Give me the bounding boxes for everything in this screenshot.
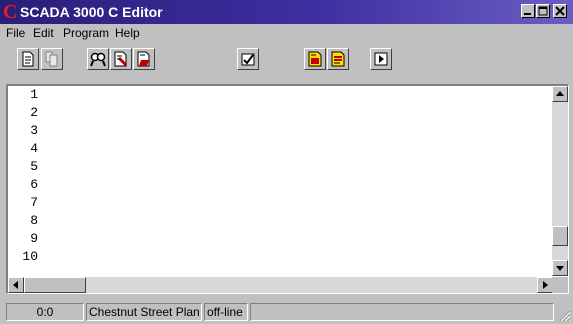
arrow-right-icon	[543, 281, 548, 289]
open-file-icon	[137, 51, 150, 67]
line-number: 8	[30, 213, 38, 228]
menu-help[interactable]: Help	[115, 26, 140, 40]
line-number: 6	[30, 177, 38, 192]
line-number: 2	[30, 105, 38, 120]
download-icon	[331, 51, 345, 67]
run-button[interactable]	[370, 48, 392, 70]
search-button[interactable]	[87, 48, 109, 70]
menu-file[interactable]: File	[6, 26, 25, 40]
horizontal-scrollbar[interactable]	[8, 277, 553, 293]
minimize-icon	[524, 13, 531, 15]
run-icon	[374, 52, 388, 66]
resize-grip-icon[interactable]	[559, 310, 571, 322]
check-button[interactable]	[237, 48, 259, 70]
download-button[interactable]	[327, 48, 349, 70]
title-bar[interactable]: C SCADA 3000 C Editor	[0, 0, 573, 24]
new-file-icon	[22, 51, 34, 67]
search-icon	[90, 52, 106, 67]
scroll-right-button[interactable]	[537, 277, 553, 293]
status-message	[250, 303, 554, 321]
menu-bar: File Edit Program Help	[0, 24, 573, 42]
close-icon	[555, 6, 565, 16]
vertical-scrollbar[interactable]	[552, 86, 568, 276]
line-number: 5	[30, 159, 38, 174]
scroll-corner	[552, 277, 568, 293]
open-file-button[interactable]	[133, 48, 155, 70]
window-title: SCADA 3000 C Editor	[20, 4, 163, 20]
menu-edit[interactable]: Edit	[33, 26, 54, 40]
vertical-scroll-thumb[interactable]	[552, 226, 568, 246]
line-number: 10	[22, 249, 38, 264]
line-number: 4	[30, 141, 38, 156]
maximize-button[interactable]	[536, 4, 550, 18]
edit-file-button[interactable]	[110, 48, 132, 70]
copy-file-button[interactable]	[41, 48, 63, 70]
app-logo: C	[3, 1, 18, 23]
line-number: 3	[30, 123, 38, 138]
line-number-gutter: 1 2 3 4 5 6 7 8 9 10	[8, 86, 46, 276]
toolbar	[0, 44, 573, 76]
scroll-left-button[interactable]	[8, 277, 24, 293]
cursor-position: 0:0	[6, 303, 84, 321]
line-number: 1	[30, 87, 38, 102]
code-editor: 1 2 3 4 5 6 7 8 9 10	[6, 84, 569, 294]
line-number: 7	[30, 195, 38, 210]
maximize-icon	[538, 6, 548, 16]
scroll-up-button[interactable]	[552, 86, 568, 102]
code-text-area[interactable]	[48, 86, 548, 276]
copy-file-icon	[45, 51, 58, 67]
connection-status: off-line	[204, 303, 248, 321]
plant-name: Chestnut Street Plan	[86, 303, 202, 321]
scroll-down-button[interactable]	[552, 260, 568, 276]
status-bar: 0:0 Chestnut Street Plan off-line	[0, 300, 573, 324]
new-file-button[interactable]	[17, 48, 39, 70]
menu-program[interactable]: Program	[63, 26, 109, 40]
minimize-button[interactable]	[521, 4, 535, 18]
arrow-left-icon	[13, 281, 18, 289]
arrow-down-icon	[556, 266, 564, 271]
horizontal-scroll-thumb[interactable]	[24, 277, 86, 293]
line-number: 9	[30, 231, 38, 246]
check-icon	[241, 53, 255, 66]
close-button[interactable]	[553, 4, 567, 18]
compile-button[interactable]	[304, 48, 326, 70]
compile-icon	[308, 51, 322, 67]
edit-file-icon	[114, 51, 128, 67]
arrow-up-icon	[556, 91, 564, 96]
